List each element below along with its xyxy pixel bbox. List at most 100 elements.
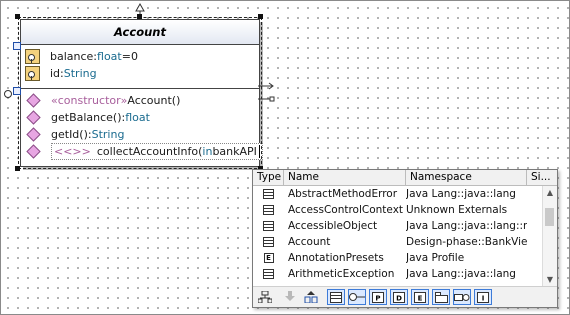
operation-name: Account(): [127, 94, 181, 107]
down-arrow-icon: [285, 291, 295, 301]
operation-icon: [26, 110, 41, 125]
item-name: AccessControlContext: [288, 204, 404, 216]
attribute-row[interactable]: id: String: [21, 65, 259, 82]
template-icon: I: [477, 291, 489, 303]
datatype-icon: D: [393, 291, 405, 303]
column-header-type[interactable]: Type: [253, 170, 284, 185]
scroll-up-icon[interactable]: ▲: [543, 186, 557, 200]
vertical-scrollbar[interactable]: ▲ ▼: [542, 186, 557, 287]
item-namespace: Java Profile: [406, 252, 465, 264]
operation-icon: [26, 93, 41, 108]
component-icon: [454, 293, 470, 301]
item-name: AnnotationPresets: [288, 252, 384, 264]
popup-header: Type Name Namespace Si...: [253, 170, 557, 186]
operation-row[interactable]: getId(): String: [21, 126, 259, 143]
filter-disabled-button[interactable]: [281, 289, 299, 305]
list-item[interactable]: AccessControlContext Unknown Externals: [253, 202, 543, 218]
resize-handle-bottom-left[interactable]: [15, 166, 20, 171]
item-namespace: Java Lang::java::lang: [406, 268, 516, 280]
operation-stereotype: «constructor»: [51, 94, 128, 107]
resize-handle-top[interactable]: [137, 14, 142, 19]
item-name: AbstractMethodError: [288, 188, 398, 200]
operation-name: getBalance():: [51, 111, 126, 124]
filter-hierarchy-button[interactable]: [302, 289, 320, 305]
interface-icon: [349, 293, 365, 301]
suggestion-list[interactable]: AbstractMethodError Java Lang::java::lang…: [253, 186, 543, 287]
operation-inline-editor[interactable]: <<>> collectAccountInfo(in bankAPI: [51, 143, 263, 160]
column-header-name[interactable]: Name: [284, 170, 406, 185]
autocomplete-popup[interactable]: Type Name Namespace Si... AbstractMethod…: [252, 169, 558, 308]
association-end-icon[interactable]: [4, 90, 12, 98]
hierarchy-icon: [304, 291, 318, 303]
operation-type: String: [91, 128, 125, 141]
attribute-type: String: [63, 67, 97, 80]
toolbar-letter: P: [375, 294, 380, 302]
operations-compartment: «constructor» Account() getBalance(): flo…: [21, 89, 263, 160]
class-name: Account: [114, 25, 166, 39]
popup-toolbar: P D E I: [253, 286, 557, 307]
item-namespace: Design-phase::BankVie: [406, 236, 527, 248]
item-name: ArithmeticException: [288, 268, 395, 280]
property-icon: [25, 66, 40, 81]
class-icon: [263, 205, 274, 215]
class-icon: [263, 269, 274, 279]
attribute-name: balance:: [50, 50, 98, 63]
filter-packages-button[interactable]: [432, 289, 450, 305]
item-name: AccessibleObject: [288, 220, 378, 232]
class-icon: [263, 221, 274, 231]
parameter-direction: in: [202, 145, 213, 158]
attribute-type: float: [97, 50, 122, 63]
column-header-namespace[interactable]: Namespace: [406, 170, 527, 185]
column-header-size[interactable]: Si...: [527, 170, 555, 185]
connector-handle-left[interactable]: [13, 87, 21, 95]
resize-handle-top-left[interactable]: [15, 14, 20, 19]
item-name: Account: [288, 236, 331, 248]
list-item[interactable]: Account Design-phase::BankVie: [253, 234, 543, 250]
enumeration-icon: E: [414, 291, 426, 303]
list-item[interactable]: ArithmeticException Java Lang::java::lang: [253, 266, 543, 282]
toolbar-letter: I: [482, 294, 485, 302]
parameter-name: bankAPI: [212, 145, 257, 158]
class-icon: [330, 291, 342, 303]
scroll-down-icon[interactable]: ▼: [543, 273, 557, 287]
filter-classes-button[interactable]: [327, 289, 345, 305]
attribute-row[interactable]: balance: float =0: [21, 48, 259, 65]
filter-enumeration-button[interactable]: E: [411, 289, 429, 305]
primitive-type-icon: P: [372, 291, 384, 303]
stereotype-placeholder: <<>>: [54, 145, 91, 158]
list-item[interactable]: E AnnotationPresets Java Profile: [253, 250, 543, 266]
package-icon: [434, 291, 448, 303]
filter-primitive-button[interactable]: P: [369, 289, 387, 305]
attribute-default: =0: [121, 50, 138, 63]
operation-name: getId():: [51, 128, 92, 141]
toolbar-letter: D: [396, 294, 402, 302]
class-icon: [263, 189, 274, 199]
operation-icon: [26, 144, 41, 159]
connector-handle-left[interactable]: [13, 42, 21, 50]
item-namespace: Java Lang::java::lang::re: [406, 220, 527, 232]
filter-components-button[interactable]: [453, 289, 471, 305]
operation-edit-row[interactable]: <<>> collectAccountInfo(in bankAPI: [21, 143, 263, 160]
scrollbar-thumb[interactable]: [545, 208, 554, 226]
filter-interfaces-button[interactable]: [348, 289, 366, 305]
class-icon: [263, 237, 274, 247]
filter-templates-button[interactable]: I: [474, 289, 492, 305]
connector-arrow-icon[interactable]: [258, 80, 278, 106]
list-item[interactable]: AccessibleObject Java Lang::java::lang::r…: [253, 218, 543, 234]
text-caret: [258, 145, 260, 158]
class-header[interactable]: Account: [21, 20, 259, 45]
property-icon: [25, 49, 40, 64]
operation-row[interactable]: «constructor» Account(): [21, 92, 259, 109]
operation-name-input: collectAccountInfo(: [96, 145, 203, 158]
filter-datatype-button[interactable]: D: [390, 289, 408, 305]
namespace-tree-icon: [258, 291, 272, 303]
list-item[interactable]: AbstractMethodError Java Lang::java::lang: [253, 186, 543, 202]
enum-icon: E: [263, 253, 274, 263]
attribute-name: id:: [50, 67, 64, 80]
operation-icon: [26, 127, 41, 142]
filter-namespace-button[interactable]: [256, 289, 274, 305]
resize-handle-top-right[interactable]: [258, 14, 263, 19]
operation-type: float: [125, 111, 150, 124]
operation-row[interactable]: getBalance(): float: [21, 109, 259, 126]
uml-class-account[interactable]: Account balance: float =0 id: String «const…: [18, 17, 263, 169]
